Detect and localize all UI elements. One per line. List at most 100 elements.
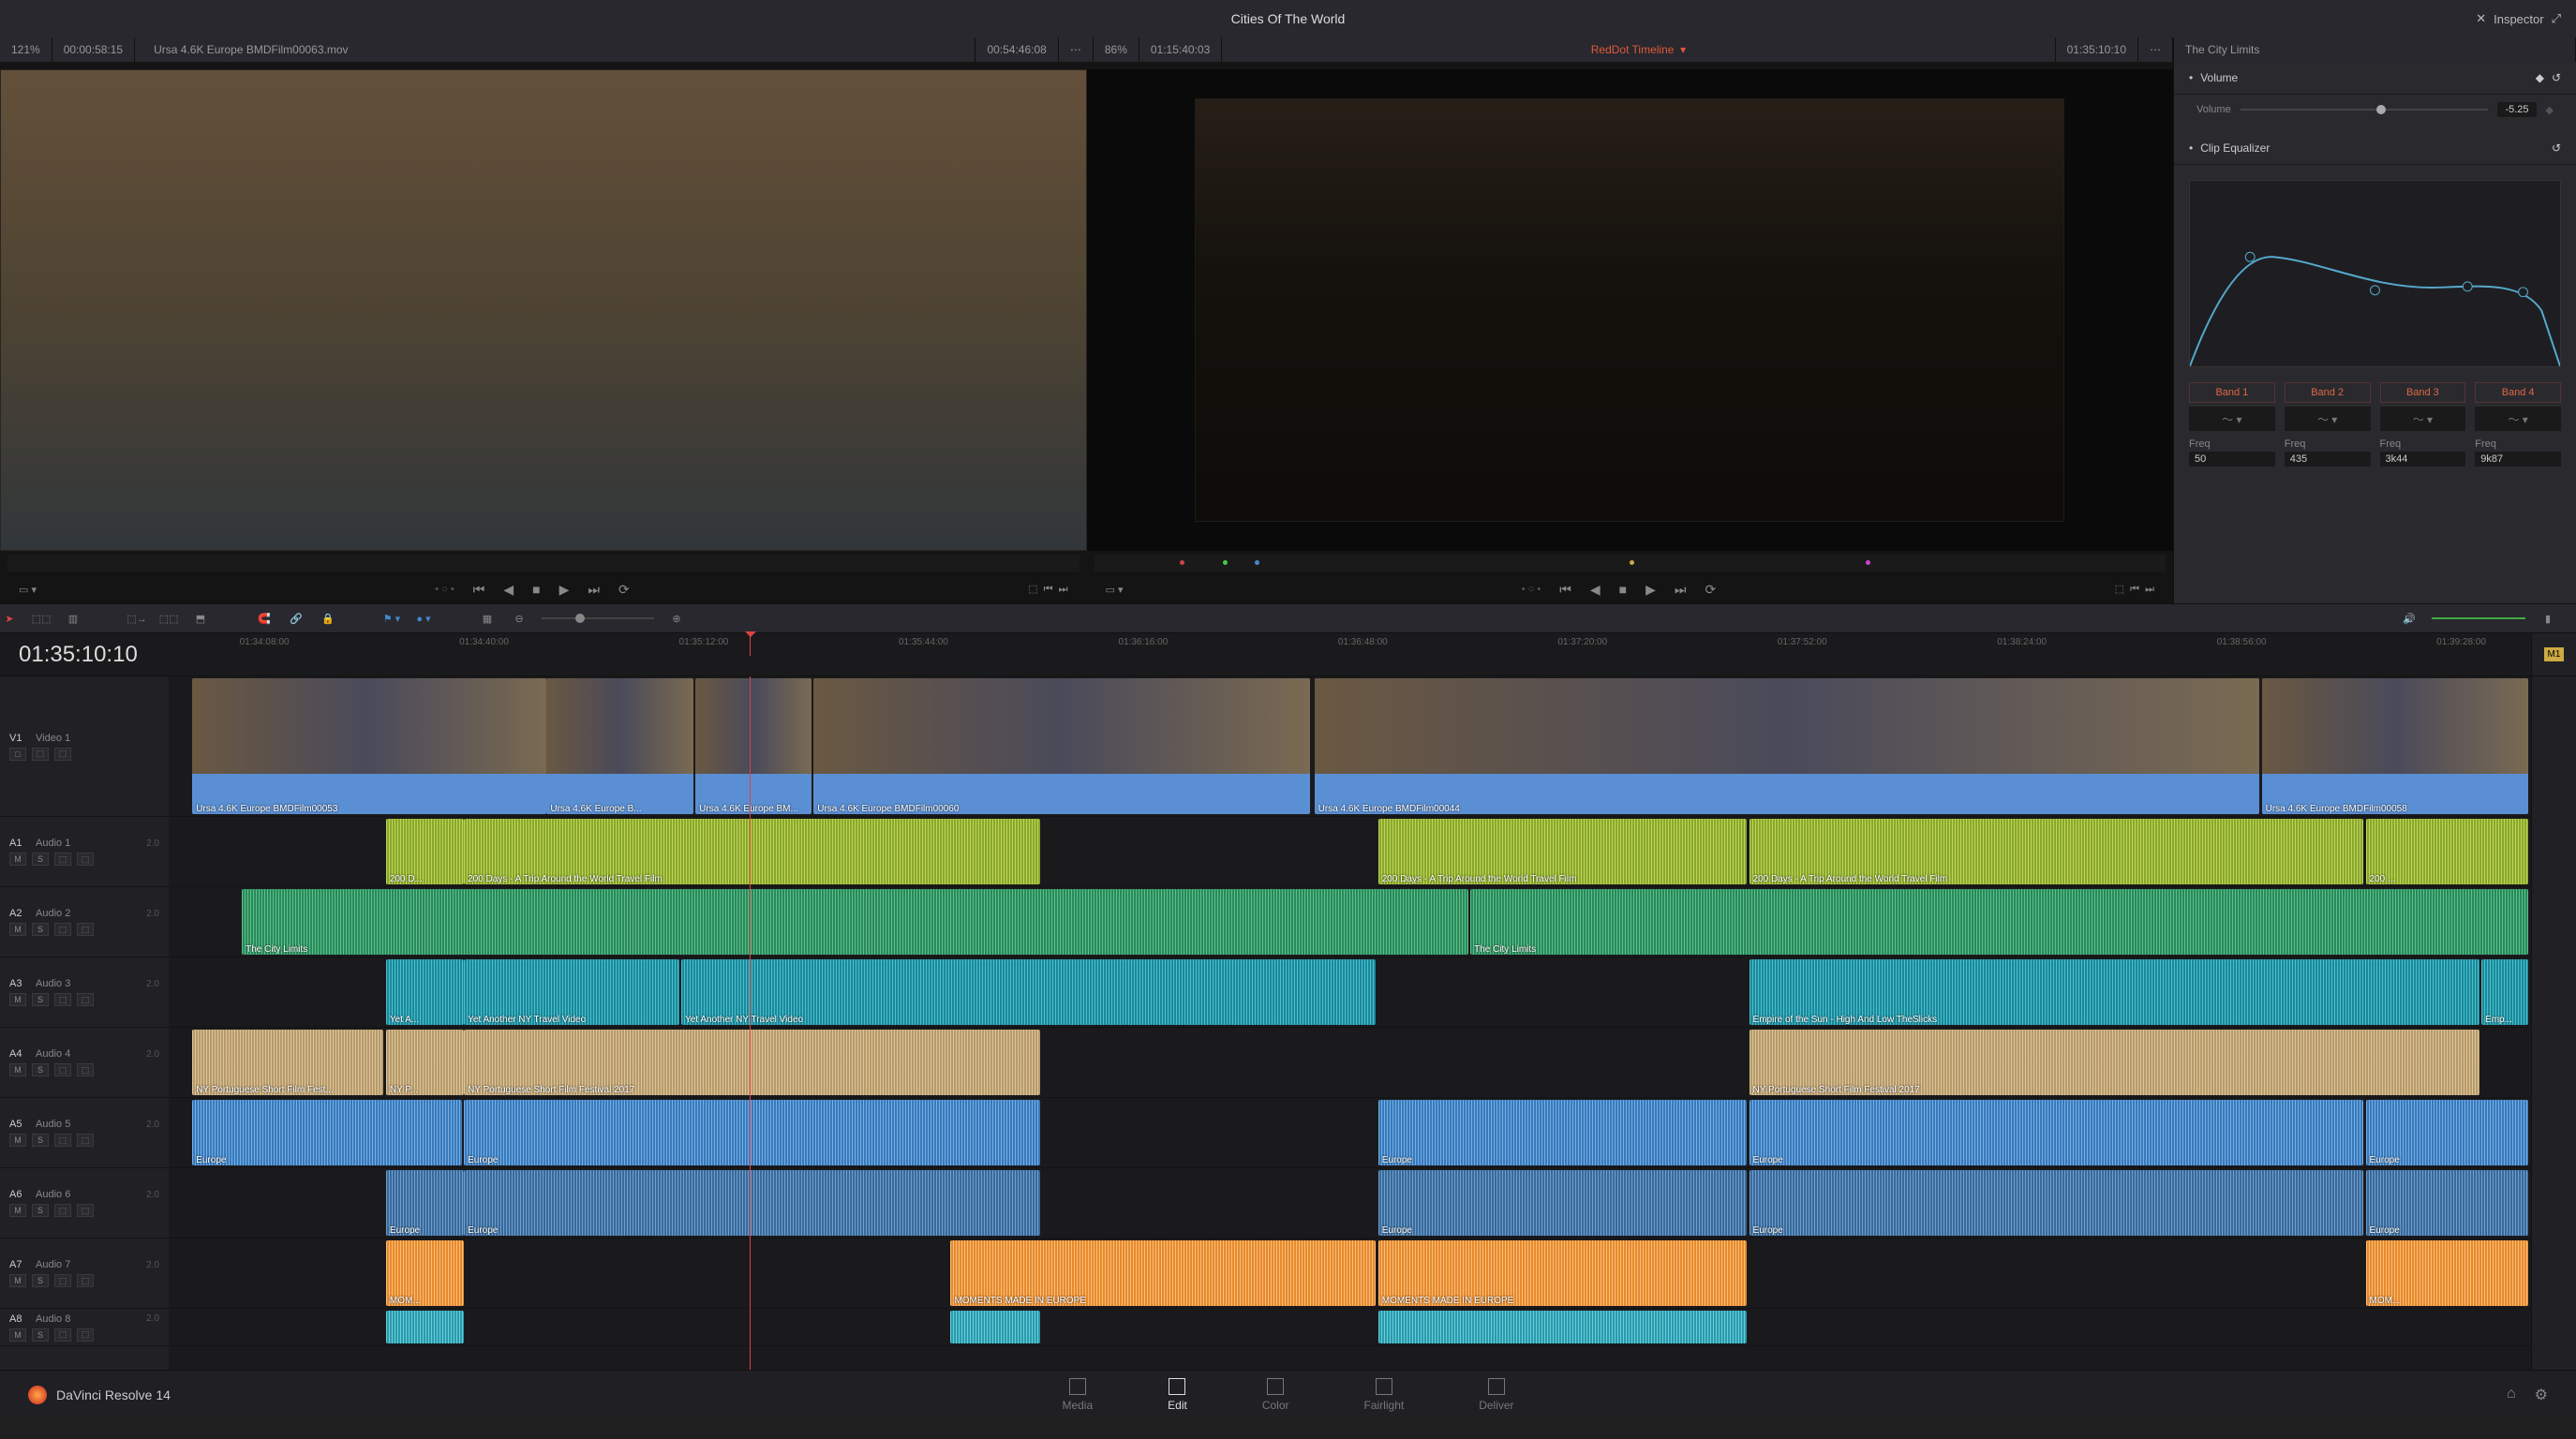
clip[interactable]: Europe	[464, 1170, 1040, 1236]
track-header-a8[interactable]: A8Audio 82.0MS⬚⬚	[0, 1309, 169, 1346]
view-options-icon[interactable]: ▦	[478, 609, 497, 628]
clip[interactable]: Europe	[1378, 1100, 1747, 1165]
sequence-name[interactable]: The City Limits	[2173, 37, 2576, 62]
clip[interactable]: Europe	[2366, 1170, 2529, 1236]
clip[interactable]: Europe	[386, 1170, 464, 1236]
play-reverse-button[interactable]: ◀	[503, 582, 514, 598]
track-btn[interactable]: S	[32, 1274, 49, 1287]
clip[interactable]: Europe	[1378, 1170, 1747, 1236]
zoom-out-icon[interactable]: ⊖	[510, 609, 529, 628]
record-scrubber[interactable]	[1094, 555, 2167, 571]
track-lane-a1[interactable]: 200 D...200 Days - A Trip Around the Wor…	[169, 817, 2531, 887]
clip[interactable]: 200 Days - A Trip Around the World Trave…	[1750, 819, 2363, 884]
track-btn[interactable]: S	[32, 1063, 49, 1076]
link-icon[interactable]: 🔗	[287, 609, 305, 628]
expand-icon[interactable]: ⤢	[2552, 11, 2561, 26]
track-btn[interactable]: M	[9, 1134, 26, 1147]
track-header-a4[interactable]: A4Audio 42.0MS⬚⬚	[0, 1028, 169, 1098]
lock-icon[interactable]: 🔒	[319, 609, 337, 628]
eq-graph[interactable]	[2189, 180, 2561, 367]
timeline-timecode[interactable]: 01:35:10:10	[0, 633, 169, 675]
clip[interactable]: 200 Days - A Trip Around the World Trave…	[464, 819, 1040, 884]
add-keyframe-icon[interactable]: ◆	[2536, 71, 2544, 84]
track-btn[interactable]: ⬚	[77, 1328, 94, 1342]
viewer-mode-dropdown[interactable]: ▭ ▾	[1087, 584, 1124, 596]
track-btn[interactable]: M	[9, 1063, 26, 1076]
opts-icon[interactable]: ⋯	[1059, 37, 1094, 62]
track-name[interactable]: Audio 1	[36, 838, 146, 849]
stop-button[interactable]: ■	[532, 582, 540, 597]
track-lane-a5[interactable]: EuropeEuropeEuropeEuropeEurope	[169, 1098, 2531, 1168]
track-btn[interactable]: ⬚	[77, 1204, 94, 1217]
overwrite-button[interactable]: ⬚⬚	[159, 609, 178, 628]
track-btn[interactable]: ⬚	[54, 1274, 71, 1287]
freq-value[interactable]: 50	[2189, 452, 2275, 467]
track-btn[interactable]: ⬚	[54, 993, 71, 1006]
clip[interactable]: MOM...	[386, 1240, 464, 1306]
track-btn[interactable]: ⬚	[77, 923, 94, 936]
speaker-icon[interactable]: 🔊	[2400, 609, 2419, 628]
flag-icon[interactable]: ⚑ ▾	[382, 609, 401, 628]
track-lane-a3[interactable]: Yet A...Yet Another NY Travel VideoYet A…	[169, 957, 2531, 1028]
track-btn[interactable]: M	[9, 1328, 26, 1342]
clip[interactable]: NY P...	[386, 1030, 464, 1095]
next-frame-button[interactable]: ⏭	[1675, 582, 1687, 598]
page-media[interactable]: Media	[1062, 1378, 1093, 1412]
freq-value[interactable]: 435	[2285, 452, 2371, 467]
clip[interactable]: MOMENTS MADE IN EUROPE	[1378, 1240, 1747, 1306]
play-button[interactable]: ▶	[1645, 582, 1656, 598]
timeline-name[interactable]: RedDot Timeline ▾	[1222, 37, 2055, 62]
track-btn[interactable]: S	[32, 993, 49, 1006]
clip[interactable]: Yet Another NY Travel Video	[464, 959, 678, 1025]
freq-value[interactable]: 9k87	[2475, 452, 2561, 467]
eq-band-type[interactable]: 〜 ▾	[2475, 407, 2561, 431]
opts-icon[interactable]: ⋯	[2138, 37, 2173, 62]
track-btn[interactable]: ⬚	[77, 1274, 94, 1287]
first-frame-button[interactable]: ⏮	[1559, 582, 1571, 598]
track-lane-v1[interactable]: Ursa 4.6K Europe BMDFilm00053Ursa 4.6K E…	[169, 676, 2531, 817]
keyframe-dot-icon[interactable]: •	[2189, 71, 2193, 84]
match-frame-button[interactable]: ⬚ ⏮ ⏭	[2115, 583, 2173, 596]
track-btn[interactable]: ⬚	[77, 853, 94, 866]
settings-icon[interactable]: ⚙	[2535, 1386, 2548, 1404]
source-zoom[interactable]: 121%	[0, 37, 52, 62]
eq-band-label[interactable]: Band 2	[2285, 382, 2371, 403]
track-lane-a7[interactable]: MOM...MOMENTS MADE IN EUROPEMOMENTS MADE…	[169, 1239, 2531, 1309]
track-name[interactable]: Audio 7	[36, 1259, 146, 1270]
blade-tool[interactable]: ▥	[64, 609, 82, 628]
page-edit[interactable]: Edit	[1168, 1378, 1187, 1412]
page-fairlight[interactable]: Fairlight	[1364, 1378, 1405, 1412]
freq-value[interactable]: 3k44	[2380, 452, 2466, 467]
track-name[interactable]: Audio 5	[36, 1119, 146, 1130]
track-header-a7[interactable]: A7Audio 72.0MS⬚⬚	[0, 1239, 169, 1309]
viewer-mode-dropdown[interactable]: ▭ ▾	[0, 584, 37, 596]
reset-icon[interactable]: ↺	[2552, 71, 2561, 84]
track-btn[interactable]: ⬚	[77, 1063, 94, 1076]
clip[interactable]: 200 Days - A Trip Around the World Trave…	[1378, 819, 1747, 884]
play-button[interactable]: ▶	[559, 582, 570, 598]
track-lane-a4[interactable]: NY Portuguese Short Film Fest...NY P...N…	[169, 1028, 2531, 1098]
clip[interactable]	[386, 1311, 464, 1343]
clip[interactable]: Europe	[1750, 1100, 2363, 1165]
track-btn[interactable]: ⬚	[54, 923, 71, 936]
clip[interactable]: Empire of the Sun - High And Low TheSlic…	[1750, 959, 2479, 1025]
track-header-a2[interactable]: A2Audio 22.0MS⬚⬚	[0, 887, 169, 957]
track-btn[interactable]: ⬚	[54, 1134, 71, 1147]
track-btn[interactable]: ⬚	[54, 853, 71, 866]
track-header-a1[interactable]: A1Audio 12.0MS⬚⬚	[0, 817, 169, 887]
zoom-in-icon[interactable]: ⊕	[667, 609, 686, 628]
zoom-slider[interactable]	[542, 617, 654, 619]
loop-button[interactable]: ⟳	[1705, 582, 1717, 598]
meter-icon[interactable]: ▮	[2539, 609, 2557, 628]
trim-tool[interactable]: ⬚⬚	[32, 609, 51, 628]
timeline-ruler[interactable]: 01:34:08:0001:34:40:0001:35:12:0001:35:4…	[169, 633, 2531, 656]
clip[interactable]: NY Portuguese Short Film Festival 2017	[464, 1030, 1040, 1095]
match-frame-button[interactable]: ⬚ ⏮ ⏭	[1028, 583, 1086, 596]
clip[interactable]: Europe	[192, 1100, 461, 1165]
clip[interactable]: 200 ...	[2366, 819, 2529, 884]
track-btn[interactable]: S	[32, 1134, 49, 1147]
eq-band-label[interactable]: Band 1	[2189, 382, 2275, 403]
clip[interactable]: Europe	[1750, 1170, 2363, 1236]
source-viewer[interactable]	[0, 69, 1087, 551]
reset-icon[interactable]: ↺	[2552, 141, 2561, 155]
